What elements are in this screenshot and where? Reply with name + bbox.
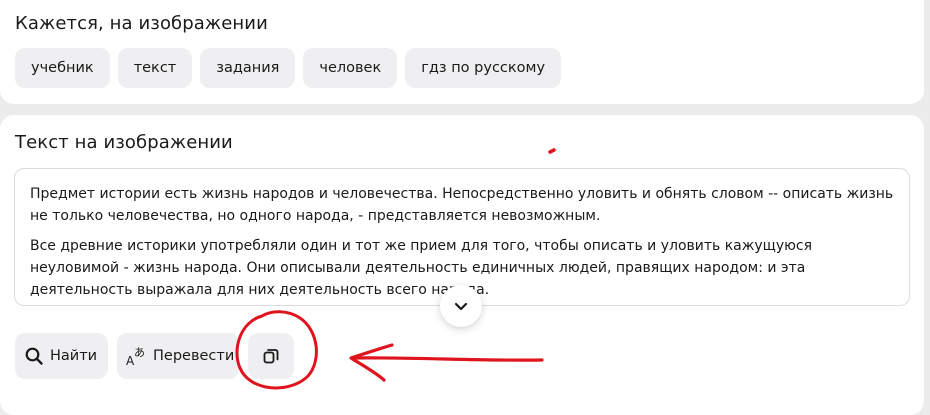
tags-list: учебник текст задания человек гдз по рус… — [15, 48, 562, 88]
tags-card: Кажется, на изображении учебник текст за… — [0, 0, 924, 104]
text-section-title: Текст на изображении — [15, 132, 233, 153]
find-button[interactable]: Найти — [15, 333, 108, 379]
chevron-down-icon — [454, 302, 468, 311]
search-icon — [25, 347, 43, 365]
tag-chip[interactable]: текст — [117, 48, 193, 88]
translate-button-label: Перевести — [153, 348, 235, 364]
tag-chip[interactable]: учебник — [15, 48, 110, 88]
tag-chip[interactable]: задания — [200, 48, 296, 88]
svg-text:あ: あ — [134, 346, 145, 359]
expand-text-button[interactable] — [440, 285, 482, 327]
actions-toolbar: Найти A あ Перевести — [15, 333, 294, 379]
find-button-label: Найти — [50, 348, 98, 364]
text-recognition-card: Текст на изображении Предмет истории ест… — [0, 115, 924, 415]
recognized-text-paragraph: Предмет истории есть жизнь народов и чел… — [30, 186, 894, 224]
copy-button[interactable] — [248, 333, 294, 379]
translate-icon: A あ — [126, 346, 145, 367]
copy-icon — [263, 349, 279, 364]
tag-chip[interactable]: гдз по русскому — [405, 48, 562, 88]
tags-section-title: Кажется, на изображении — [15, 13, 268, 34]
translate-button[interactable]: A あ Перевести — [117, 333, 239, 379]
tag-chip[interactable]: человек — [303, 48, 398, 88]
